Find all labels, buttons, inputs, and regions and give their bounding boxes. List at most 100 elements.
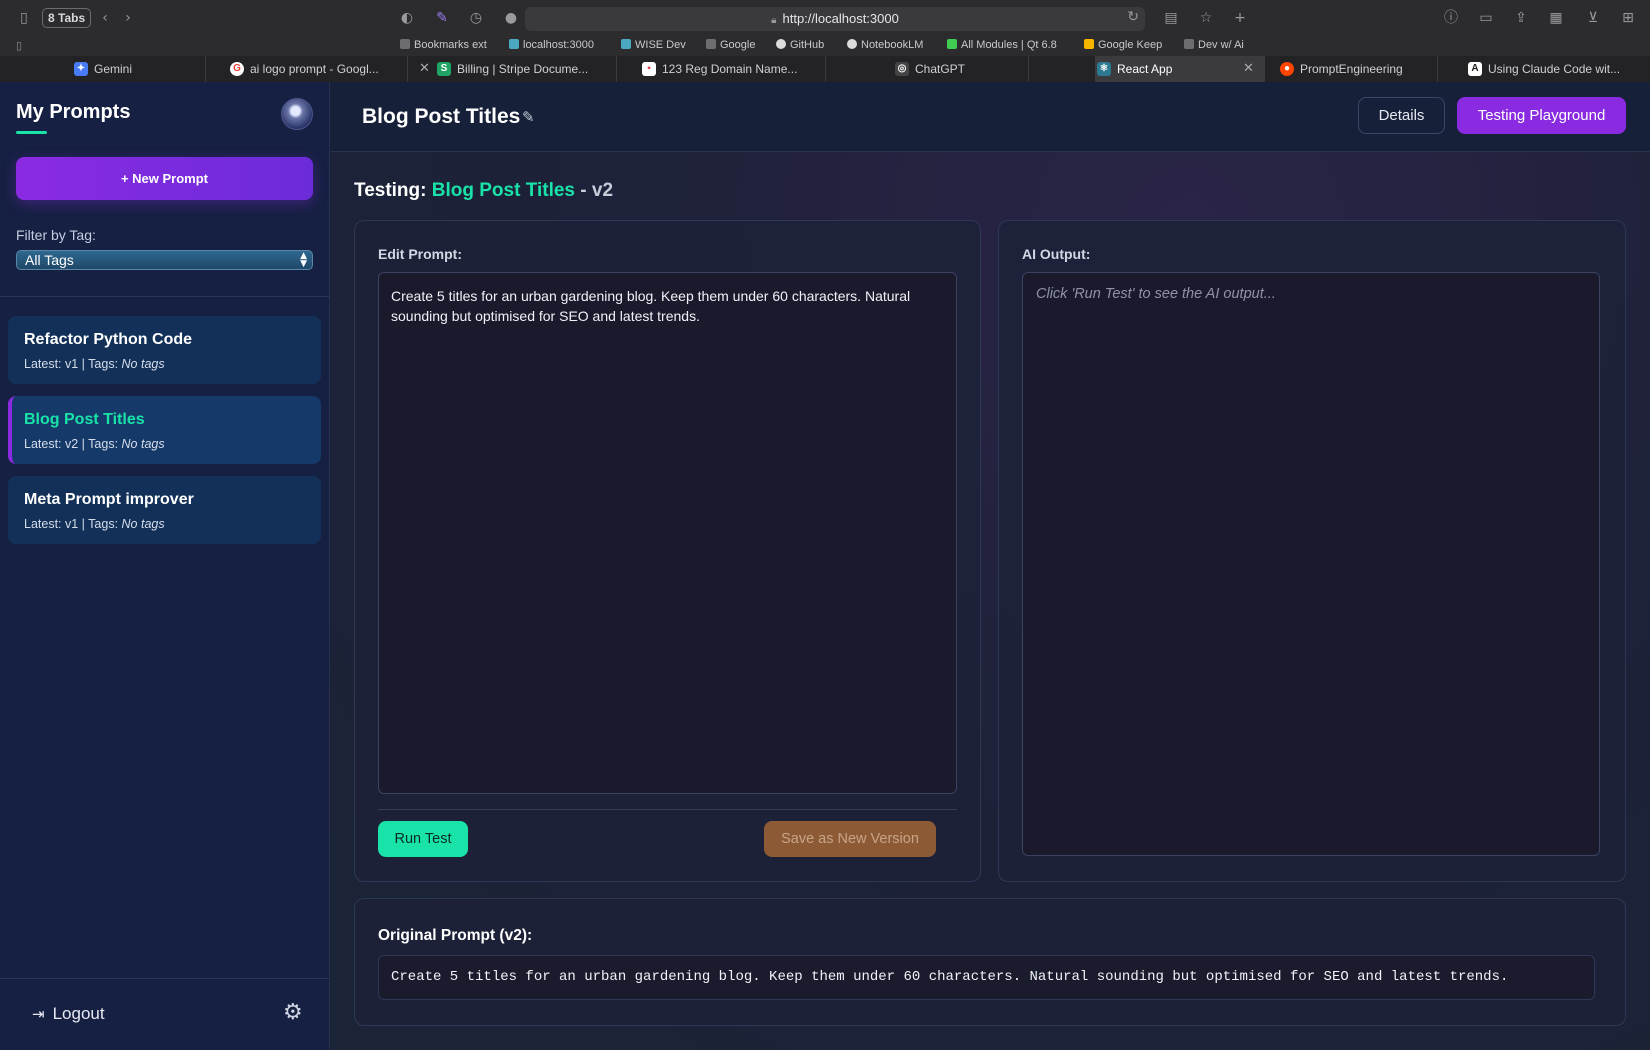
logout-button[interactable]: ⇥ Logout bbox=[32, 1004, 105, 1024]
url-text: http://localhost:3000 bbox=[782, 11, 899, 26]
bookmark-item[interactable]: NotebookLM bbox=[847, 39, 923, 51]
bookmark-marker-icon: ▯ bbox=[16, 40, 23, 52]
edit-prompt-panel: Edit Prompt: Create 5 titles for an urba… bbox=[354, 220, 981, 882]
browser-tab[interactable]: Gai logo prompt - Googl... bbox=[228, 56, 408, 82]
prompt-item-meta-prompt-improver[interactable]: Meta Prompt improver Latest: v1 | Tags: … bbox=[8, 476, 321, 544]
reload-icon[interactable]: ↻ bbox=[1127, 9, 1139, 25]
bookmarks-bar: ▯ Bookmarks ext localhost:3000 WISE Dev … bbox=[0, 36, 1650, 56]
bookmark-item[interactable]: Dev w/ Ai bbox=[1184, 39, 1244, 51]
react-icon: ⚛ bbox=[1097, 62, 1111, 76]
123reg-icon: ▪ bbox=[642, 62, 656, 76]
original-prompt-label: Original Prompt (v2): bbox=[378, 927, 533, 944]
browser-tab-active[interactable]: ⚛ React App bbox=[1095, 56, 1265, 82]
bookmark-item[interactable]: localhost:3000 bbox=[509, 39, 594, 51]
select-arrows-icon: ▲ ▼ bbox=[300, 251, 307, 269]
bookmark-item[interactable]: Bookmarks ext bbox=[400, 39, 487, 51]
lock-icon: 🔒︎ bbox=[771, 15, 777, 26]
google-icon: G bbox=[230, 62, 244, 76]
close-tab-icon[interactable]: ✕ bbox=[419, 56, 430, 82]
extension-dot-icon[interactable]: ● bbox=[501, 8, 521, 28]
info-icon[interactable]: ⓘ bbox=[1441, 8, 1461, 28]
browser-tab[interactable]: ● PromptEngineering bbox=[1278, 56, 1438, 82]
new-prompt-button[interactable]: + New Prompt bbox=[16, 157, 313, 200]
prompt-item-refactor-python-code[interactable]: Refactor Python Code Latest: v1 | Tags: … bbox=[8, 316, 321, 384]
testing-heading: Testing: Blog Post Titles - v2 bbox=[354, 180, 614, 201]
tag-filter-select[interactable]: All Tags ▲ ▼ bbox=[16, 250, 313, 270]
page-header: Blog Post Titles ✎ Details Testing Playg… bbox=[331, 82, 1650, 152]
tab-strip: ✦ Gemini Gai logo prompt - Googl... ✕ S Bi… bbox=[0, 56, 1650, 82]
share-icon[interactable]: ⇪ bbox=[1511, 8, 1531, 28]
browser-chrome: ▯ 8 Tabs ‹ › ◐ ✎ ◷ ● 🔒︎ http://localhost:… bbox=[0, 0, 1650, 82]
menu-icon[interactable]: ⊞ bbox=[1618, 8, 1638, 28]
testing-version: - v2 bbox=[575, 180, 614, 201]
chatgpt-icon: ◎ bbox=[895, 62, 909, 76]
github-icon bbox=[776, 39, 786, 49]
prompt-item-name: Blog Post Titles bbox=[24, 411, 145, 428]
bookmark-star-icon[interactable]: ☆ bbox=[1196, 8, 1216, 28]
bookmark-item[interactable]: Google Keep bbox=[1084, 39, 1162, 51]
save-new-version-button[interactable]: Save as New Version bbox=[764, 821, 936, 857]
tab-overview-button[interactable]: 8 Tabs bbox=[42, 8, 92, 28]
page-title: Blog Post Titles bbox=[362, 105, 521, 128]
sidebar: My Prompts + New Prompt Filter by Tag: A… bbox=[0, 82, 330, 1050]
new-tab-icon[interactable]: + bbox=[1230, 8, 1250, 28]
title-underline bbox=[16, 131, 47, 134]
reader-icon[interactable]: ▤ bbox=[1161, 8, 1181, 28]
keep-icon bbox=[1084, 39, 1094, 49]
folder-icon bbox=[400, 39, 410, 49]
app-root: My Prompts + New Prompt Filter by Tag: A… bbox=[0, 82, 1650, 1050]
original-prompt-panel: Original Prompt (v2): Create 5 titles fo… bbox=[354, 898, 1626, 1026]
qt-icon bbox=[947, 39, 957, 49]
prompt-item-meta: Latest: v1 | Tags: No tags bbox=[24, 517, 165, 531]
sidebar-footer-divider bbox=[0, 978, 330, 979]
site-icon bbox=[621, 39, 631, 49]
prompt-item-blog-post-titles[interactable]: Blog Post Titles Latest: v2 | Tags: No t… bbox=[8, 396, 321, 464]
bookmark-item[interactable]: All Modules | Qt 6.8 bbox=[947, 39, 1057, 51]
prompt-item-meta: Latest: v1 | Tags: No tags bbox=[24, 357, 165, 371]
main-content: Blog Post Titles ✎ Details Testing Playg… bbox=[331, 82, 1650, 1050]
browser-tab[interactable]: A Using Claude Code wit... bbox=[1466, 56, 1650, 82]
bookmark-item[interactable]: GitHub bbox=[776, 39, 824, 51]
editor-divider bbox=[378, 809, 957, 810]
filter-label: Filter by Tag: bbox=[16, 227, 96, 243]
sidebar-toggle-icon[interactable]: ▯ bbox=[14, 8, 34, 28]
prompt-item-meta: Latest: v2 | Tags: No tags bbox=[24, 437, 165, 451]
stripe-icon: S bbox=[437, 62, 451, 76]
ai-output-area[interactable]: Click 'Run Test' to see the AI output... bbox=[1022, 272, 1600, 856]
pencil-icon[interactable]: ✎ bbox=[522, 108, 535, 126]
extension-pen-icon[interactable]: ✎ bbox=[432, 8, 452, 28]
edit-prompt-label: Edit Prompt: bbox=[378, 246, 462, 262]
tag-filter-value: All Tags bbox=[25, 252, 74, 268]
testing-playground-button[interactable]: Testing Playground bbox=[1457, 97, 1626, 134]
shield-icon[interactable]: ◐ bbox=[397, 8, 417, 28]
bookmark-item[interactable]: Google bbox=[706, 39, 755, 51]
details-button[interactable]: Details bbox=[1358, 97, 1445, 134]
original-prompt-text: Create 5 titles for an urban gardening b… bbox=[378, 955, 1595, 1000]
ai-output-label: AI Output: bbox=[1022, 246, 1091, 262]
anthropic-icon: A bbox=[1468, 62, 1482, 76]
browser-tab[interactable]: ◎ ChatGPT bbox=[893, 56, 1029, 82]
browser-tab[interactable]: ▪ 123 Reg Domain Name... bbox=[640, 56, 826, 82]
reddit-icon: ● bbox=[1280, 62, 1294, 76]
run-test-button[interactable]: Run Test bbox=[378, 821, 468, 857]
grid-icon[interactable]: ▦ bbox=[1546, 8, 1566, 28]
browser-tab[interactable]: S Billing | Stripe Docume... bbox=[435, 56, 617, 82]
wallet-icon[interactable]: ▭ bbox=[1476, 8, 1496, 28]
sidebar-divider bbox=[0, 296, 330, 297]
ai-output-panel: AI Output: Click 'Run Test' to see the A… bbox=[998, 220, 1626, 882]
avatar[interactable] bbox=[281, 98, 313, 130]
extension-clock-icon[interactable]: ◷ bbox=[466, 8, 486, 28]
download-icon[interactable]: ⊻ bbox=[1583, 8, 1603, 28]
sidebar-title: My Prompts bbox=[16, 101, 131, 123]
logout-icon: ⇥ bbox=[32, 1005, 45, 1023]
notebooklm-icon bbox=[847, 39, 857, 49]
prompt-item-name: Meta Prompt improver bbox=[24, 491, 194, 508]
address-bar[interactable]: 🔒︎ http://localhost:3000 ↻ bbox=[525, 7, 1145, 31]
gear-icon[interactable]: ⚙ bbox=[283, 1000, 303, 1025]
back-icon[interactable]: ‹ bbox=[95, 8, 115, 28]
forward-icon[interactable]: › bbox=[118, 8, 138, 28]
prompt-editor-textarea[interactable]: Create 5 titles for an urban gardening b… bbox=[378, 272, 957, 794]
close-tab-icon[interactable]: ✕ bbox=[1243, 56, 1254, 82]
browser-tab[interactable]: ✦ Gemini bbox=[72, 56, 206, 82]
bookmark-item[interactable]: WISE Dev bbox=[621, 39, 686, 51]
